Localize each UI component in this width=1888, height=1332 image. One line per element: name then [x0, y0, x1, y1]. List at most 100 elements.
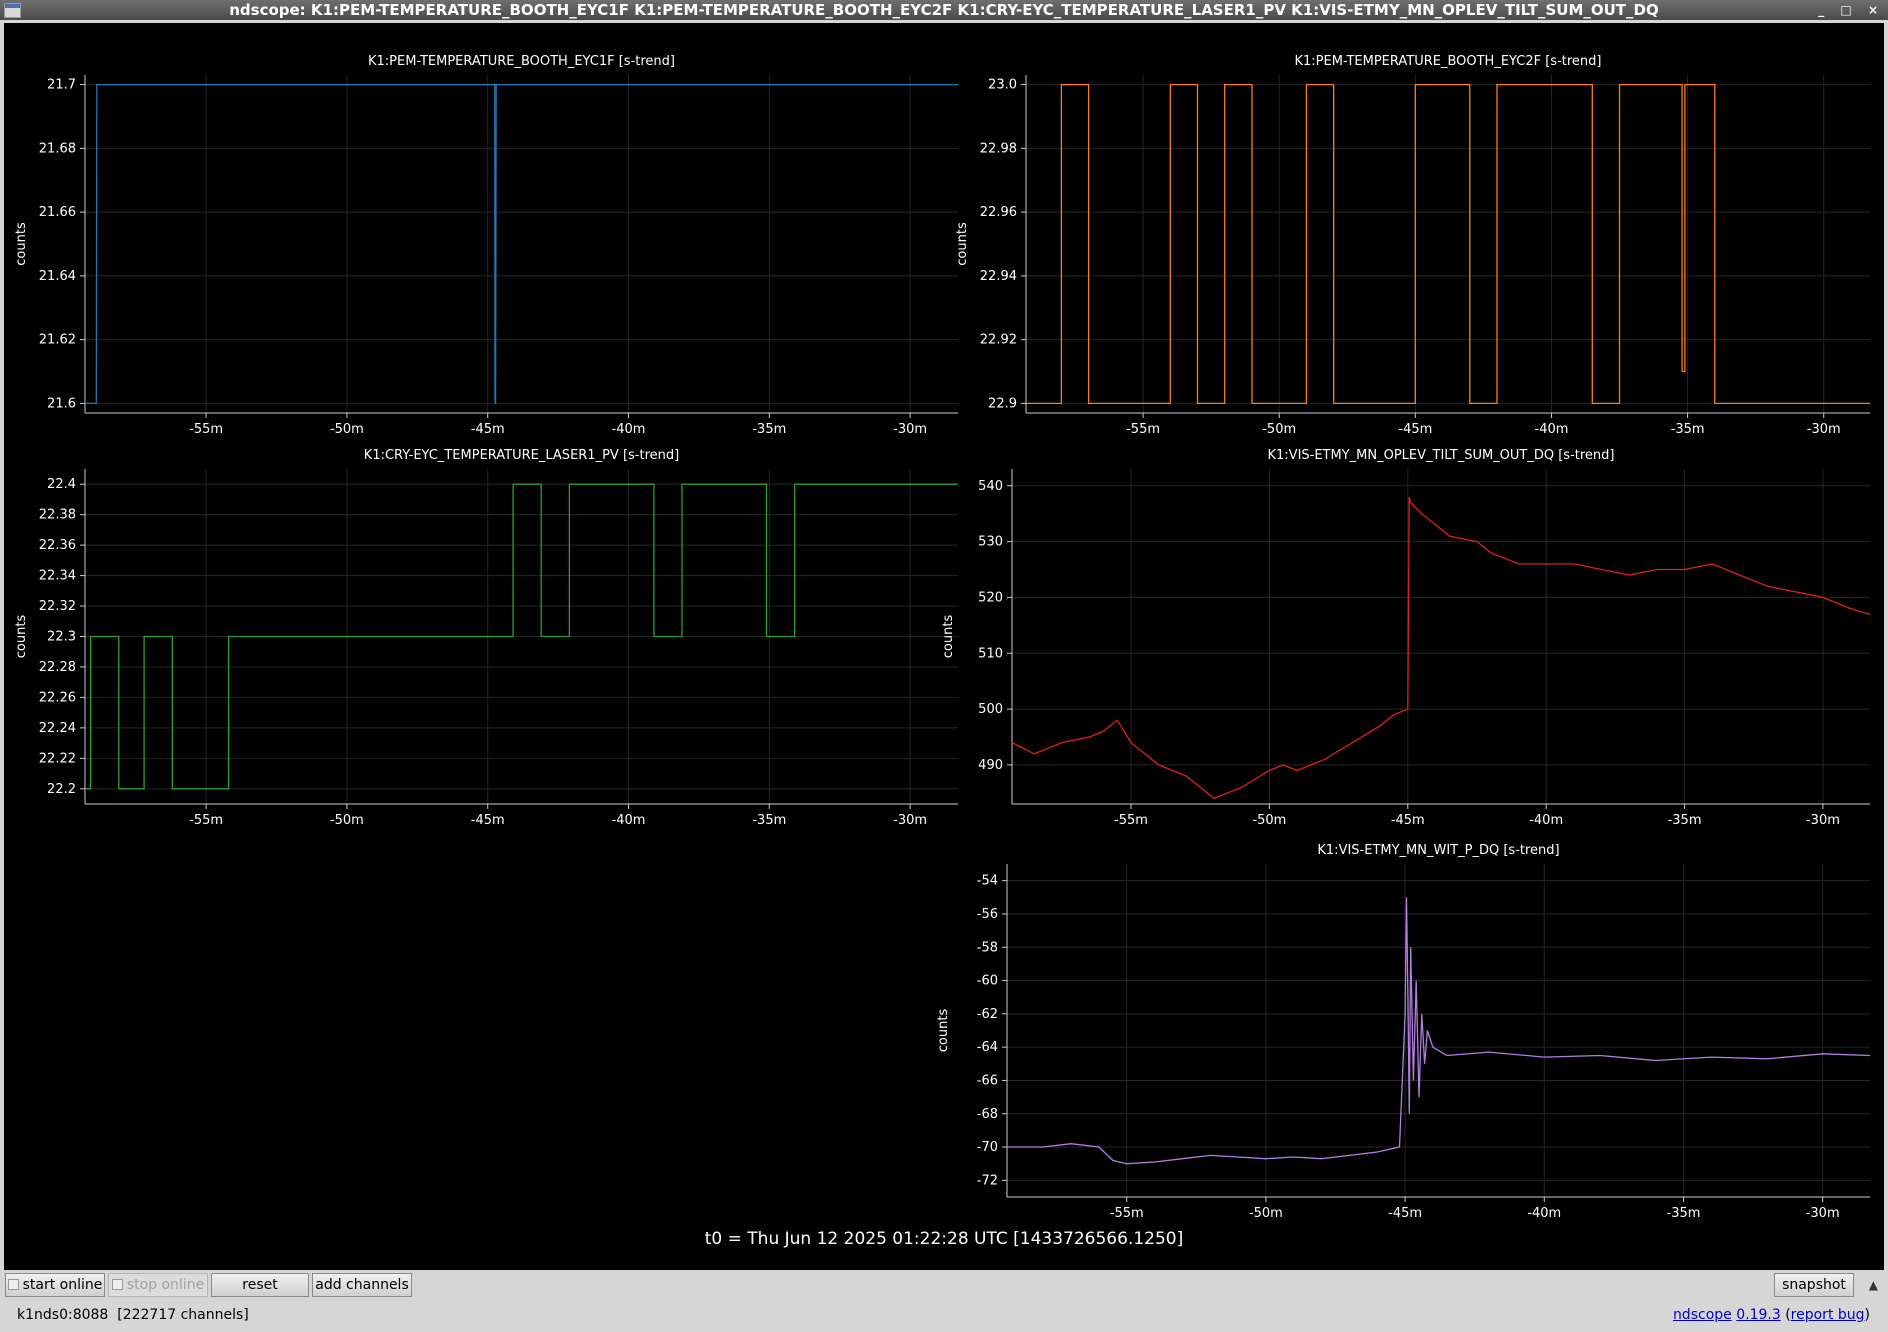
y-tick-label: -54	[977, 874, 998, 889]
y-tick-label: 21.64	[39, 269, 76, 284]
series-line	[1011, 496, 1871, 800]
plot-panel-3[interactable]: -55m -50m -45m -40m -35m -30m 22.2 22.22 22.24 22…	[14, 448, 958, 828]
snapshot-button[interactable]: snapshot	[1774, 1273, 1854, 1297]
bottom-toolbar: start online stop online reset add chann…	[0, 1270, 1888, 1332]
plots-canvas: -55m -50m -45m -40m -35m -30m 21.6 21.62 21.64 21…	[14, 54, 1871, 1249]
x-tick-label: -30m	[1806, 1206, 1840, 1221]
scroll-up-icon[interactable]: ▲	[1869, 1278, 1878, 1292]
y-tick-label: 500	[978, 702, 1003, 717]
y-tick-label: 22.98	[980, 141, 1017, 156]
x-tick-label: -45m	[1398, 422, 1432, 437]
ndscope-link[interactable]: ndscope	[1673, 1307, 1732, 1323]
x-tick-label: -30m	[893, 813, 927, 828]
x-tick-label: -45m	[1391, 813, 1425, 828]
y-tick-label: 22.26	[39, 690, 76, 705]
x-tick-label: -40m	[1535, 422, 1569, 437]
status-text: k1nds0:8088 [222717 channels]	[17, 1307, 249, 1323]
y-tick-label: 21.6	[47, 396, 76, 411]
y-tick-label: 22.34	[39, 569, 76, 584]
y-tick-label: 22.9	[988, 396, 1017, 411]
x-tick-label: -30m	[1806, 813, 1840, 828]
x-tick-label: -40m	[1527, 1206, 1561, 1221]
x-tick-label: -35m	[1671, 422, 1705, 437]
y-tick-label: 21.66	[39, 205, 76, 220]
y-tick-label: -64	[977, 1040, 998, 1055]
y-tick-label: -58	[977, 940, 998, 955]
y-axis-label: counts	[936, 1009, 951, 1053]
x-tick-label: -55m	[1126, 422, 1160, 437]
x-tick-label: -35m	[1667, 1206, 1701, 1221]
y-tick-label: -60	[977, 974, 998, 989]
t0-label: t0 = Thu Jun 12 2025 01:22:28 UTC [14337…	[705, 1229, 1184, 1249]
y-tick-label: 22.24	[39, 721, 76, 736]
x-tick-label: -35m	[752, 422, 786, 437]
play-icon	[7, 1279, 19, 1290]
x-tick-label: -50m	[1249, 1206, 1283, 1221]
y-axis-label: counts	[941, 615, 956, 659]
minimize-icon[interactable]: _	[1818, 3, 1830, 17]
plot-panel-5[interactable]: -55m -50m -45m -40m -35m -30m -72 -70 -68 -66 -64 -…	[936, 843, 1871, 1221]
y-tick-label: 22.3	[47, 630, 76, 645]
y-axis-label: counts	[14, 615, 29, 659]
series-line	[1007, 897, 1871, 1165]
y-tick-label: 21.68	[39, 141, 76, 156]
y-tick-label: 540	[978, 479, 1003, 494]
stop-online-label: stop online	[126, 1277, 205, 1293]
app-icon	[4, 3, 21, 18]
y-tick-label: 23.0	[988, 78, 1017, 93]
series-line	[85, 83, 958, 405]
y-tick-label: 530	[978, 535, 1003, 550]
channel-count: [222717 channels]	[117, 1307, 249, 1323]
stop-icon	[111, 1279, 123, 1290]
plot-panel-2[interactable]: -55m -50m -45m -40m -35m -30m 22.9 22.92 22.94 22…	[955, 54, 1870, 437]
x-tick-label: -45m	[471, 813, 505, 828]
x-tick-label: -30m	[1807, 422, 1841, 437]
y-tick-label: -62	[977, 1007, 998, 1022]
x-tick-label: -50m	[1262, 422, 1296, 437]
version-link[interactable]: 0.19.3	[1736, 1307, 1781, 1323]
x-tick-label: -50m	[1252, 813, 1286, 828]
x-tick-label: -40m	[1529, 813, 1563, 828]
y-axis-label: counts	[955, 222, 970, 266]
window-title: ndscope: K1:PEM-TEMPERATURE_BOOTH_EYC1F …	[229, 1, 1659, 19]
y-tick-label: 22.4	[47, 477, 76, 492]
x-tick-label: -55m	[189, 422, 223, 437]
reset-button[interactable]: reset	[211, 1273, 309, 1297]
close-icon[interactable]: ×	[1868, 3, 1884, 17]
report-bug-link[interactable]: report bug	[1791, 1307, 1865, 1323]
server-address: k1nds0:8088	[17, 1307, 109, 1323]
window-controls: _ □ ×	[1818, 0, 1884, 20]
y-tick-label: 490	[978, 758, 1003, 773]
x-tick-label: -40m	[612, 422, 646, 437]
x-tick-label: -55m	[189, 813, 223, 828]
y-tick-label: 22.36	[39, 538, 76, 553]
y-tick-label: 22.38	[39, 508, 76, 523]
x-tick-label: -35m	[752, 813, 786, 828]
start-online-button[interactable]: start online	[5, 1273, 105, 1297]
x-tick-label: -50m	[330, 422, 364, 437]
add-channels-button[interactable]: add channels	[312, 1273, 412, 1297]
y-tick-label: -70	[977, 1140, 998, 1155]
x-tick-label: -45m	[471, 422, 505, 437]
x-tick-label: -35m	[1668, 813, 1702, 828]
y-axis-label: counts	[14, 222, 29, 266]
y-tick-label: -56	[977, 907, 998, 922]
y-tick-label: 22.96	[980, 205, 1017, 220]
plot-title: K1:PEM-TEMPERATURE_BOOTH_EYC2F [s-trend]	[1295, 54, 1602, 69]
start-online-label: start online	[22, 1277, 103, 1293]
plot-panel-1[interactable]: -55m -50m -45m -40m -35m -30m 21.6 21.62 21.64 21…	[14, 54, 958, 437]
maximize-icon[interactable]: □	[1840, 3, 1857, 17]
plot-area: -55m -50m -45m -40m -35m -30m 21.6 21.62 21.64 21…	[4, 23, 1884, 1270]
y-tick-label: -66	[977, 1073, 998, 1088]
y-tick-label: -68	[977, 1107, 998, 1122]
window-titlebar: ndscope: K1:PEM-TEMPERATURE_BOOTH_EYC1F …	[0, 0, 1888, 20]
plot-title: K1:PEM-TEMPERATURE_BOOTH_EYC1F [s-trend]	[368, 54, 675, 69]
y-tick-label: 22.2	[47, 782, 76, 797]
version-info: ndscope 0.19.3 (report bug)	[1672, 1307, 1870, 1323]
y-tick-label: -72	[977, 1173, 998, 1188]
plot-title: K1:VIS-ETMY_MN_WIT_P_DQ [s-trend]	[1317, 843, 1559, 858]
x-tick-label: -45m	[1388, 1206, 1422, 1221]
plot-panel-4[interactable]: -55m -50m -45m -40m -35m -30m 490 500 510 520 530 5…	[941, 448, 1871, 828]
stop-online-button[interactable]: stop online	[108, 1273, 208, 1297]
y-tick-label: 510	[978, 646, 1003, 661]
